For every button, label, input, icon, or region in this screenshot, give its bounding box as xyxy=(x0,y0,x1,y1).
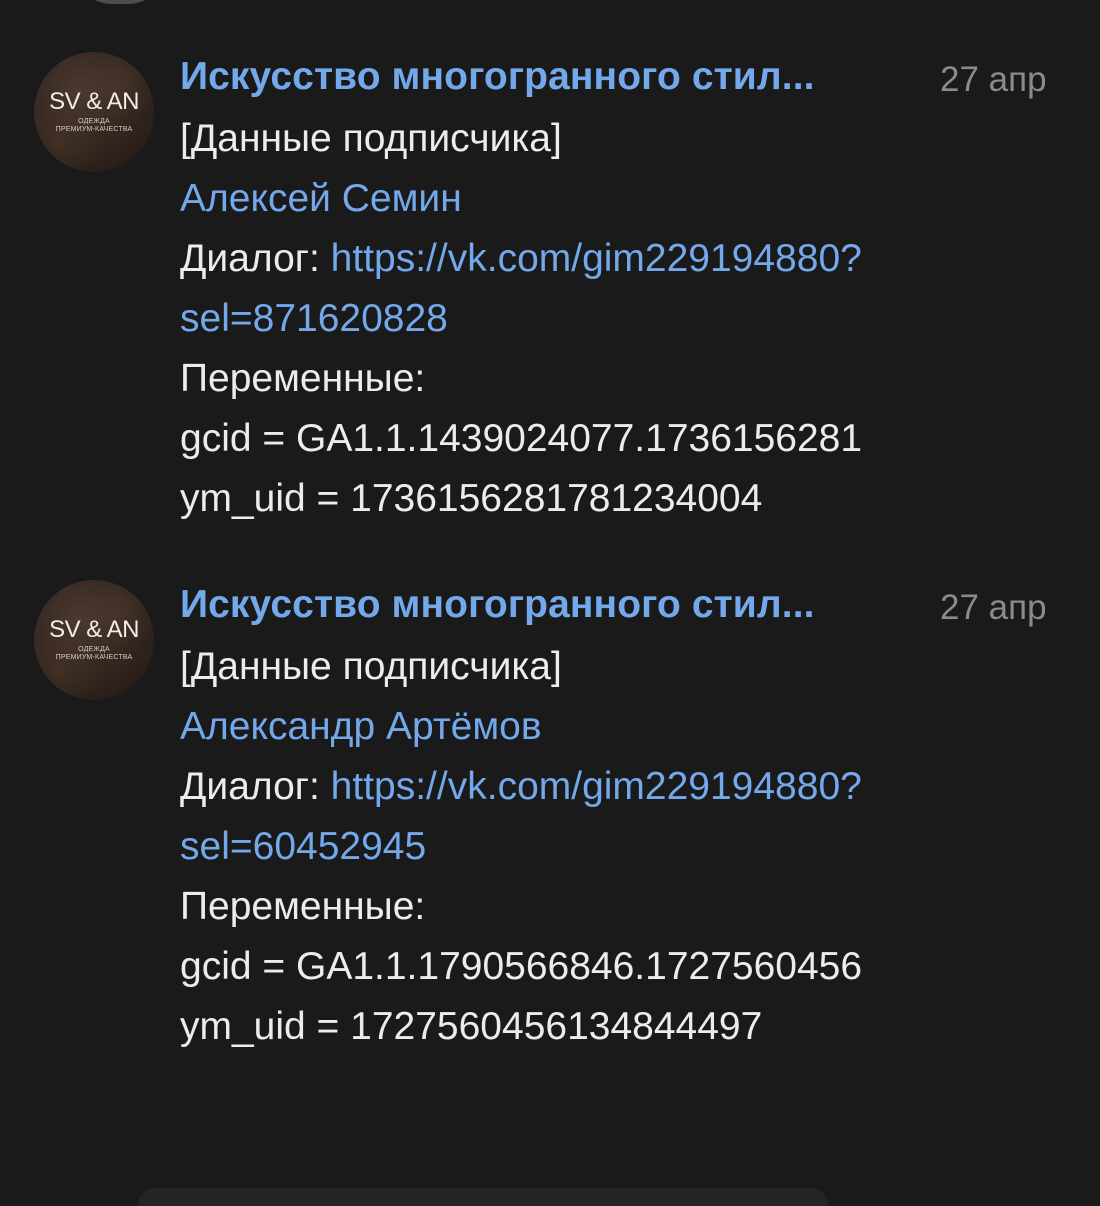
dialog-line: Диалог: https://vk.com/gim229194880? xyxy=(180,236,862,282)
avatar-logo-text: SV & AN xyxy=(49,616,139,643)
dialog-url-link[interactable]: https://vk.com/gim229194880? xyxy=(331,237,862,280)
subscriber-data-header: [Данные подписчика] xyxy=(180,645,562,688)
channel-avatar[interactable]: SV & AN ОДЕЖДА ПРЕМИУМ-КАЧЕСТВА xyxy=(34,580,154,700)
message-item[interactable]: SV & AN ОДЕЖДА ПРЕМИУМ-КАЧЕСТВА Искусств… xyxy=(0,50,1100,550)
dialog-url-link-continuation[interactable]: sel=871620828 xyxy=(180,296,448,342)
dialog-line: Диалог: https://vk.com/gim229194880? xyxy=(180,764,862,810)
channel-avatar[interactable]: SV & AN ОДЕЖДА ПРЕМИУМ-КАЧЕСТВА xyxy=(34,52,154,172)
message-timestamp: 27 апр xyxy=(940,60,1047,99)
avatar-logo-text: SV & AN xyxy=(49,88,139,115)
subscriber-data-header: [Данные подписчика] xyxy=(180,117,562,160)
subscriber-name-link[interactable]: Алексей Семин xyxy=(180,176,462,222)
avatar-logo-subtitle: ОДЕЖДА ПРЕМИУМ-КАЧЕСТВА xyxy=(55,118,133,133)
gcid-value: gcid = GA1.1.1439024077.1736156281 xyxy=(180,417,863,460)
channel-title[interactable]: Искусство многогранного стил... xyxy=(180,582,915,628)
message-input-bar[interactable] xyxy=(138,1188,828,1206)
dialog-url-link[interactable]: https://vk.com/gim229194880? xyxy=(331,765,862,808)
subscriber-name-link[interactable]: Александр Артёмов xyxy=(180,704,542,750)
variables-label: Переменные: xyxy=(180,885,426,928)
ym-uid-value: ym_uid = 1736156281781234004 xyxy=(180,477,763,520)
dialog-label: Диалог: xyxy=(180,765,331,808)
variables-label: Переменные: xyxy=(180,357,426,400)
dialog-label: Диалог: xyxy=(180,237,331,280)
channel-title[interactable]: Искусство многогранного стил... xyxy=(180,54,915,100)
avatar-logo-subtitle: ОДЕЖДА ПРЕМИУМ-КАЧЕСТВА xyxy=(55,646,133,661)
message-item[interactable]: SV & AN ОДЕЖДА ПРЕМИУМ-КАЧЕСТВА Искусств… xyxy=(0,578,1100,1078)
message-timestamp: 27 апр xyxy=(940,588,1047,627)
gcid-value: gcid = GA1.1.1790566846.1727560456 xyxy=(180,945,863,988)
dialog-url-link-continuation[interactable]: sel=60452945 xyxy=(180,824,426,870)
partial-avatar-top xyxy=(74,0,166,4)
ym-uid-value: ym_uid = 1727560456134844497 xyxy=(180,1005,763,1048)
